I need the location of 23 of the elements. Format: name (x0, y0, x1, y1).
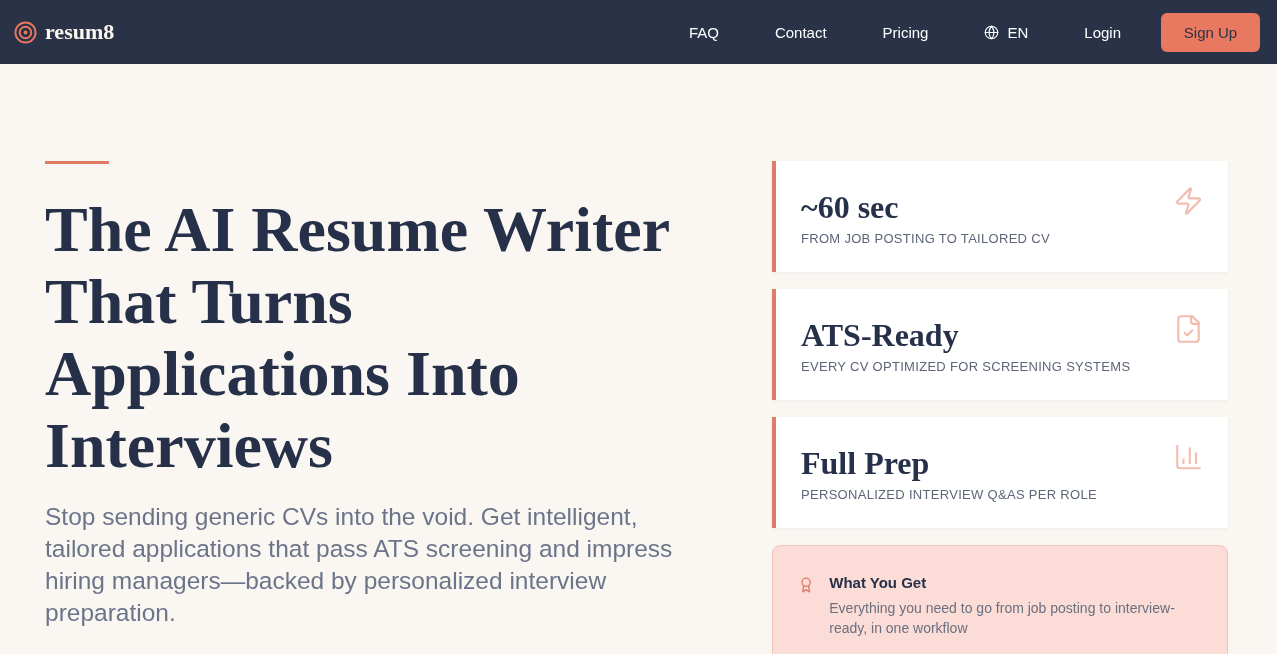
stat-value: ATS-Ready (801, 316, 960, 354)
accent-rule (45, 161, 109, 164)
language-selector[interactable]: EN (984, 23, 1029, 41)
stat-value: ~60 sec (801, 188, 900, 226)
document-check-icon (1176, 315, 1201, 343)
benefit-description: Everything you need to go from job posting to interview-ready, in one workflow (829, 599, 1176, 638)
nav-link[interactable]: Contact (774, 23, 827, 41)
sign-up-button[interactable]: Sign Up (1161, 12, 1260, 52)
benefit-title: What You Get (829, 573, 928, 593)
logo-text[interactable]: resum8 (45, 19, 115, 45)
stat-caption: FROM JOB POSTING TO TAILORED CV (801, 230, 1050, 248)
stat-caption: PERSONALIZED INTERVIEW Q&AS PER ROLE (801, 486, 1097, 504)
hero-subtitle: Stop sending generic CVs into the void. Get intelligent, tailored applications that pass ATS screening and impress hiring managers—backed by personalized interview preparation. (45, 502, 674, 628)
nav-link[interactable]: FAQ (688, 23, 719, 41)
nav-link[interactable]: Pricing (882, 23, 929, 41)
stat-caption: EVERY CV OPTIMIZED FOR SCREENING SYSTEMS (801, 358, 1131, 376)
target-logo-icon (14, 20, 37, 44)
globe-icon (984, 24, 1000, 40)
bar-chart-icon (1176, 443, 1201, 471)
lightning-icon (1176, 187, 1201, 215)
stat-value: Full Prep (801, 444, 931, 482)
hero-headline: The AI Resume Writer That Turns Applications Into Interviews (45, 194, 670, 482)
login-link[interactable]: Login (1084, 23, 1121, 41)
